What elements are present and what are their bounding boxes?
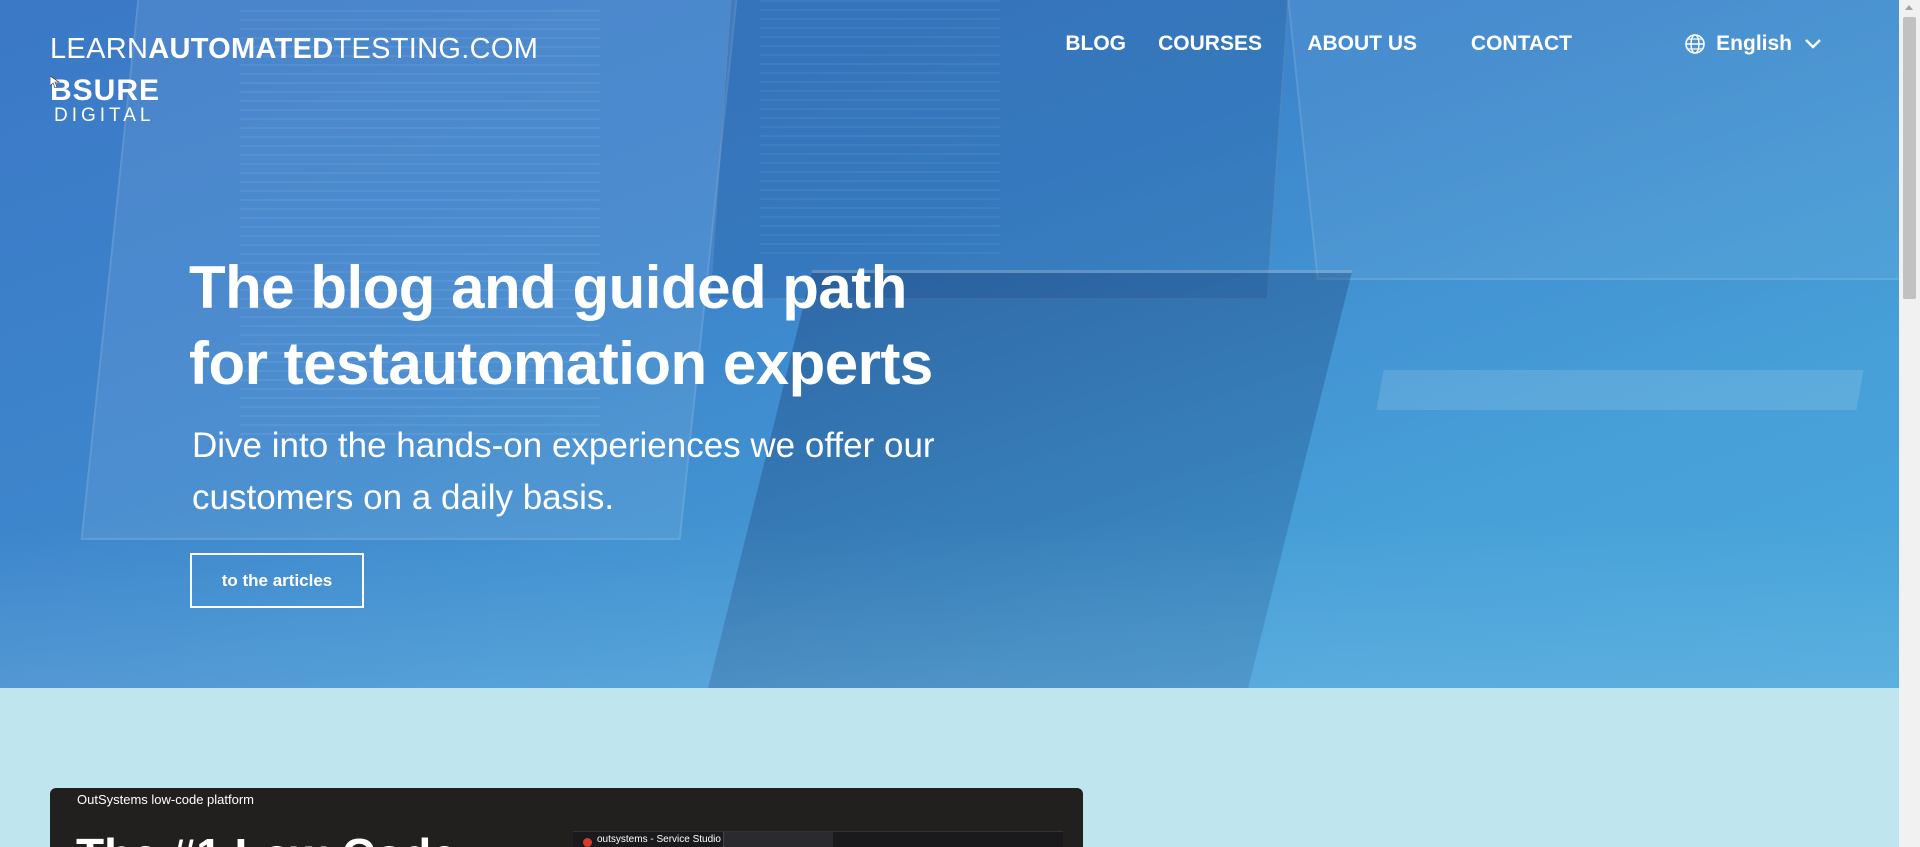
nav-blog[interactable]: BLOG	[1065, 32, 1126, 56]
hero-title-line-1: The blog and guided path	[189, 254, 907, 321]
globe-icon	[1685, 34, 1705, 54]
article-card[interactable]: OutSystems low-code platform The #1 Low-…	[50, 788, 1083, 847]
nav-about-us[interactable]: ABOUT US	[1307, 32, 1417, 56]
logo-part-testing: TESTING.COM	[333, 33, 539, 65]
language-selector[interactable]: English	[1684, 32, 1824, 56]
nav-courses[interactable]: COURSES	[1158, 32, 1262, 56]
bsure-digital-logo[interactable]: BSURE DIGITAL	[50, 76, 160, 126]
scrollbar-thumb[interactable]	[1903, 17, 1916, 299]
language-label: English	[1716, 32, 1792, 55]
hero-banner: LEARNAUTOMATEDTESTING.COM BSURE DIGITAL …	[0, 0, 1899, 688]
card-screenshot: outsystems - Service Studio	[573, 831, 1063, 847]
hero-subtitle-line-2: customers on a daily basis.	[192, 478, 615, 517]
site-logo[interactable]: LEARNAUTOMATEDTESTING.COM	[50, 33, 538, 66]
code-texture	[760, 0, 1000, 260]
nav-contact[interactable]: CONTACT	[1471, 32, 1572, 56]
cursor-icon	[50, 76, 60, 88]
hero-subtitle: Dive into the hands-on experiences we of…	[192, 420, 1052, 524]
chevron-down-icon	[1805, 39, 1821, 49]
brand-line-1: BSURE	[50, 74, 161, 107]
monitor-stand-shape	[1376, 370, 1864, 410]
hero-title: The blog and guided path for testautomat…	[189, 250, 1089, 402]
logo-part-automated: AUTOMATED	[148, 33, 334, 65]
card-title: The #1 Low-Code	[76, 828, 457, 847]
scroll-up-arrow-icon[interactable]	[1905, 5, 1913, 10]
card-screenshot-text: outsystems - Service Studio	[597, 834, 721, 845]
page-scrollbar[interactable]	[1899, 0, 1920, 847]
card-category-label: OutSystems low-code platform	[77, 792, 255, 807]
hero-title-line-2: for testautomation experts	[189, 330, 933, 397]
logo-part-learn: LEARN	[50, 33, 149, 65]
screenshot-tab-shape	[723, 832, 833, 847]
hero-subtitle-line-1: Dive into the hands-on experiences we of…	[192, 426, 935, 465]
brand-line-2: DIGITAL	[54, 105, 155, 126]
outsystems-logo-icon	[583, 838, 592, 847]
to-articles-button[interactable]: to the articles	[190, 553, 364, 608]
